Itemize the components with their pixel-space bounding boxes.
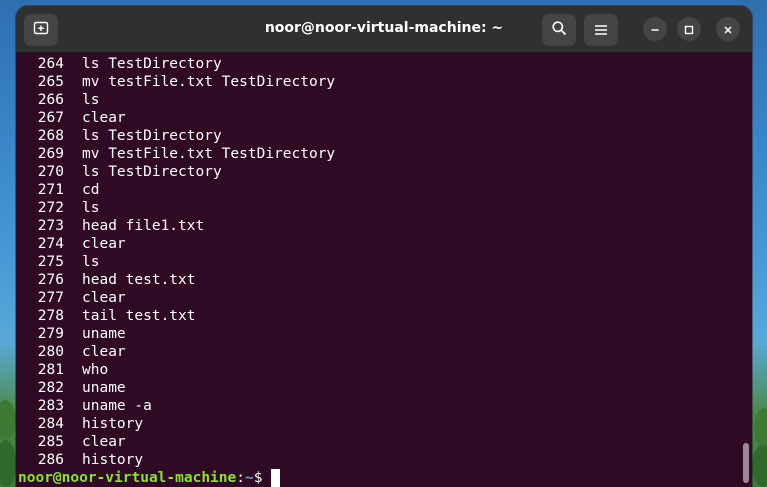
new-tab-icon (33, 20, 49, 40)
history-command: cd (82, 182, 100, 198)
history-line: 274 clear (18, 235, 335, 253)
history-line: 279 uname (18, 325, 335, 343)
history-line: 284 history (18, 415, 335, 433)
history-number: 274 (37, 236, 64, 252)
history-line: 273 head file1.txt (18, 217, 335, 235)
tree-foliage (752, 445, 767, 487)
minimize-button[interactable] (643, 17, 667, 41)
history-number: 280 (37, 344, 64, 360)
history-command: head file1.txt (82, 218, 205, 234)
close-button[interactable] (716, 17, 740, 41)
history-number: 269 (37, 146, 64, 162)
history-command: clear (82, 236, 126, 252)
history-line: 278 tail test.txt (18, 307, 335, 325)
history-number: 265 (37, 74, 64, 90)
history-command: mv testFile.txt TestDirectory (82, 74, 336, 90)
prompt-symbol: $ (253, 470, 263, 486)
history-line: 267 clear (18, 109, 335, 127)
new-tab-button[interactable] (24, 14, 58, 46)
close-icon (723, 20, 733, 39)
history-command: ls TestDirectory (82, 128, 222, 144)
history-line: 276 head test.txt (18, 271, 335, 289)
history-command: who (82, 362, 109, 378)
history-number: 282 (37, 380, 64, 396)
history-number: 276 (37, 272, 64, 288)
history-line: 264 ls TestDirectory (18, 55, 335, 73)
prompt-user-host: noor@noor-virtual-machine (18, 470, 237, 486)
tree-foliage (754, 408, 767, 448)
history-line: 277 clear (18, 289, 335, 307)
history-number: 273 (37, 218, 64, 234)
history-number: 277 (37, 290, 64, 306)
history-number: 270 (37, 164, 64, 180)
history-number: 285 (37, 434, 64, 450)
command-prompt[interactable]: noor@noor-virtual-machine: ~ $ (18, 469, 281, 487)
history-number: 266 (37, 92, 64, 108)
history-command: ls (82, 92, 100, 108)
menu-button[interactable] (584, 14, 618, 46)
history-number: 279 (37, 326, 64, 342)
history-number: 271 (37, 182, 64, 198)
history-command: history (82, 452, 144, 468)
history-number: 275 (37, 254, 64, 270)
history-command: mv TestFile.txt TestDirectory (82, 146, 336, 162)
history-line: 270 ls TestDirectory (18, 163, 335, 181)
history-command: history (82, 416, 144, 432)
history-line: 281 who (18, 361, 335, 379)
history-line: 268 ls TestDirectory (18, 127, 335, 145)
history-command: clear (82, 290, 126, 306)
history-line: 280 clear (18, 343, 335, 361)
history-command: clear (82, 110, 126, 126)
tree-foliage (0, 400, 16, 440)
desktop-background-left (0, 0, 16, 487)
history-command: head test.txt (82, 272, 196, 288)
window-title: noor@noor-virtual-machine: ~ (264, 20, 504, 36)
minimize-icon (650, 20, 660, 39)
tree-foliage (0, 440, 16, 487)
history-line: 272 ls (18, 199, 335, 217)
history-command: clear (82, 344, 126, 360)
history-line: 275 ls (18, 253, 335, 271)
history-number: 286 (37, 452, 64, 468)
history-line: 271 cd (18, 181, 335, 199)
history-line: 265 mv testFile.txt TestDirectory (18, 73, 335, 91)
history-command: ls TestDirectory (82, 164, 222, 180)
history-command: ls (82, 254, 100, 270)
maximize-button[interactable] (677, 17, 701, 41)
history-number: 278 (37, 308, 64, 324)
maximize-icon (684, 20, 694, 39)
history-command: uname -a (82, 398, 152, 414)
history-line: 283 uname -a (18, 397, 335, 415)
history-number: 283 (37, 398, 64, 414)
hamburger-menu-icon (594, 21, 608, 40)
history-command: tail test.txt (82, 308, 196, 324)
history-number: 267 (37, 110, 64, 126)
history-line: 282 uname (18, 379, 335, 397)
history-line: 269 mv TestFile.txt TestDirectory (18, 145, 335, 163)
history-line: 285 clear (18, 433, 335, 451)
history-line: 266 ls (18, 91, 335, 109)
prompt-separator: : (236, 470, 245, 486)
history-number: 272 (37, 200, 64, 216)
history-command: uname (82, 326, 126, 342)
history-line: 286 history (18, 451, 335, 469)
desktop-background-right (752, 0, 767, 487)
history-command: ls TestDirectory (82, 56, 222, 72)
scrollbar-thumb[interactable] (743, 443, 749, 483)
history-number: 281 (37, 362, 64, 378)
history-output: 264 ls TestDirectory 265 mv testFile.txt T… (18, 55, 335, 469)
history-number: 284 (37, 416, 64, 432)
history-command: clear (82, 434, 126, 450)
history-number: 268 (37, 128, 64, 144)
search-icon (551, 20, 567, 40)
terminal-window: noor@noor-virtual-machine: ~ 264 ls Test… (16, 6, 752, 487)
prompt-path: ~ (244, 470, 254, 486)
history-number: 264 (37, 56, 64, 72)
history-command: ls (82, 200, 100, 216)
history-command: uname (82, 380, 126, 396)
search-button[interactable] (542, 14, 576, 46)
titlebar: noor@noor-virtual-machine: ~ (16, 6, 752, 53)
text-cursor (271, 469, 281, 487)
terminal-content[interactable]: 264 ls TestDirectory 265 mv testFile.txt T… (16, 53, 752, 487)
